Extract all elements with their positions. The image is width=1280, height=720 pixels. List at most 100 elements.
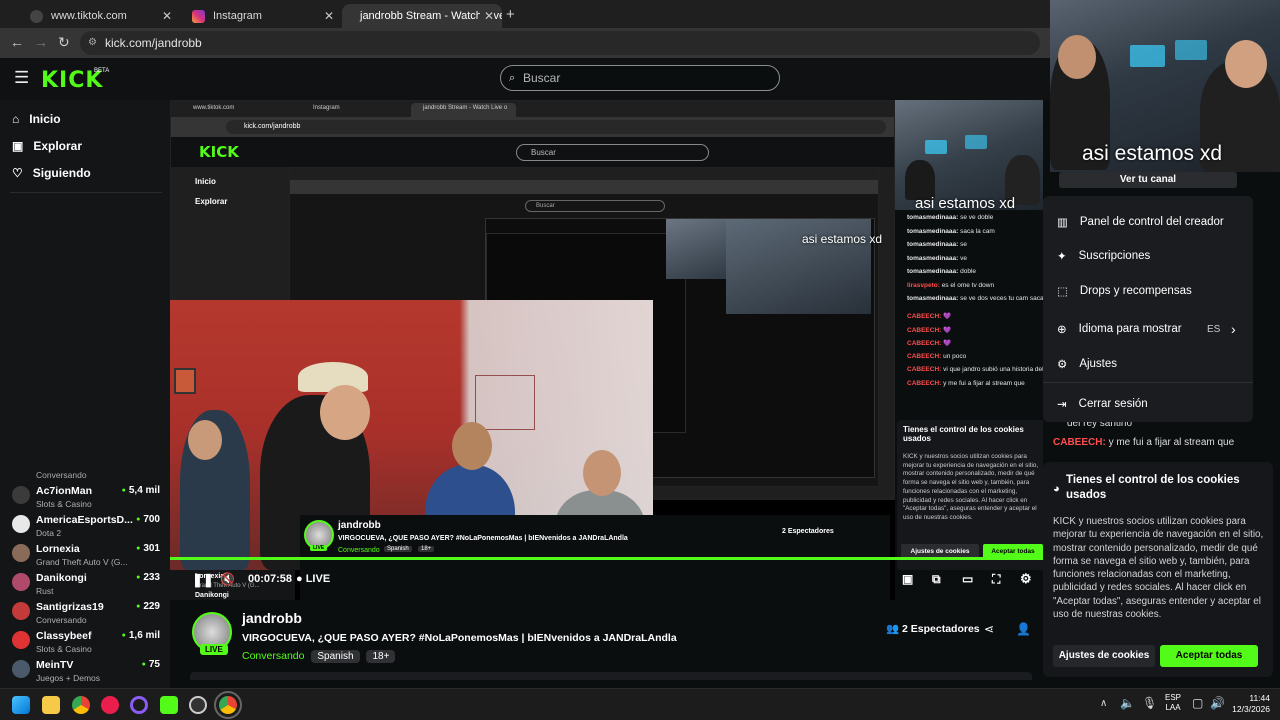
nested-viewers: 2 Espectadores bbox=[782, 528, 834, 535]
windows-start-icon[interactable] bbox=[12, 696, 30, 714]
chat-text: se bbox=[960, 241, 967, 248]
channel-name[interactable]: jandrobb bbox=[242, 610, 302, 626]
sidebar-item-following[interactable]: ♡ Siguiendo bbox=[12, 166, 91, 180]
accept-cookies-button[interactable]: Aceptar todas bbox=[1160, 645, 1258, 667]
forward-icon[interactable]: → bbox=[34, 34, 48, 50]
nested-live-badge: LIVE bbox=[310, 545, 328, 551]
menu-item[interactable]: ▥ Panel de control del creador bbox=[1057, 215, 1224, 229]
close-icon[interactable]: ✕ bbox=[479, 4, 494, 28]
pause-icon[interactable]: ❚❚ bbox=[192, 572, 214, 588]
sidebar-item-label: Inicio bbox=[29, 112, 61, 126]
tab-instagram[interactable]: Instagram ✕ bbox=[182, 4, 342, 28]
chat-user: tomasmedinaaa: bbox=[907, 295, 959, 302]
kick-app-icon[interactable] bbox=[160, 696, 178, 714]
menu-item[interactable]: ✦ Suscripciones bbox=[1057, 249, 1150, 263]
url-field[interactable]: ⚙ kick.com/jandrobb bbox=[80, 31, 1040, 55]
stream-game: Slots & Casino bbox=[36, 499, 92, 509]
nested-cookie-banner: Tienes el control de los cookies usados … bbox=[897, 420, 1047, 570]
menu-item-label: Cerrar sesión bbox=[1078, 398, 1148, 410]
category-link[interactable]: Conversando bbox=[242, 650, 304, 662]
sidebar-stream[interactable]: AmericaEsportsD... Dota 2 700 bbox=[10, 511, 162, 541]
stream-info: LIVE jandrobb VIRGOCUEVA, ¿QUE PASO AYER… bbox=[170, 600, 1050, 680]
menu-item[interactable]: ⇥ Cerrar sesión bbox=[1057, 397, 1148, 411]
theater-icon[interactable]: ▣ bbox=[902, 572, 913, 586]
video-player[interactable]: www.tiktok.com Instagram jandrobb Stream… bbox=[170, 100, 1050, 600]
chevron-up-icon[interactable]: ∧ bbox=[1100, 698, 1107, 709]
nested-tab: www.tiktok.com bbox=[193, 105, 235, 111]
chrome-icon[interactable] bbox=[72, 696, 90, 714]
nested-stream-title: VIRGOCUEVA, ¿QUE PASO AYER? #NoLaPonemos… bbox=[338, 535, 628, 542]
stream-name: Ac7ionMan bbox=[36, 485, 93, 497]
stream-viewers: 233 bbox=[136, 572, 160, 583]
fullscreen-icon[interactable]: ⛶ bbox=[992, 572, 1000, 587]
sidebar-stream[interactable]: Classybeef Slots & Casino 1,6 mil bbox=[10, 627, 162, 657]
progress-bar[interactable] bbox=[170, 557, 1050, 560]
user-menu: Ver tu canal ▥ Panel de control del cread… bbox=[1043, 172, 1253, 422]
follow-icon[interactable]: 👤 bbox=[1016, 622, 1031, 636]
mute-icon[interactable]: 🔇 bbox=[220, 572, 235, 586]
obs-icon[interactable] bbox=[130, 696, 148, 714]
pip-icon[interactable]: ⧉ bbox=[932, 572, 941, 587]
search-input[interactable]: ⌕ Buscar bbox=[500, 65, 780, 91]
sidebar-stream[interactable]: Ac7ionMan Slots & Casino 5,4 mil bbox=[10, 482, 162, 512]
menu-item[interactable]: ⬚ Drops y recompensas bbox=[1057, 284, 1192, 298]
stream-viewers: 229 bbox=[136, 601, 160, 612]
chat-message: tomasmedinaaa: se ve dos veces tu cam sa… bbox=[907, 295, 1050, 302]
stream-name: Danikongi bbox=[36, 572, 87, 584]
sidebar-stream[interactable]: Santigrizas19 Conversando 229 bbox=[10, 598, 162, 628]
sidebar-stream[interactable]: Danikongi Rust 233 bbox=[10, 569, 162, 599]
sidebar-stream[interactable]: Lornexia Grand Theft Auto V (G... 301 bbox=[10, 540, 162, 570]
new-tab-icon[interactable]: + bbox=[506, 6, 515, 23]
avatar bbox=[12, 660, 30, 678]
speaker-icon[interactable]: 🔈 bbox=[1120, 696, 1135, 710]
nested-header: KICK Buscar bbox=[171, 137, 894, 167]
clock[interactable]: 11:44 12/3/2026 bbox=[1228, 693, 1270, 715]
volume-icon[interactable]: 🔊 bbox=[1210, 696, 1225, 710]
language-indicator[interactable]: ESP LAA bbox=[1165, 693, 1181, 713]
compass-icon: ▣ bbox=[12, 139, 24, 153]
chat-message: CABEECH: vi que jandro subió una histori… bbox=[907, 366, 1050, 373]
stream-time: 00:07:58 bbox=[248, 573, 293, 585]
media-player-icon[interactable] bbox=[101, 696, 119, 714]
webcam-caption: asi estamos xd bbox=[1082, 142, 1223, 165]
back-icon[interactable]: ← bbox=[10, 34, 24, 50]
tab-title: Instagram bbox=[213, 10, 262, 22]
menu-item-value: ES bbox=[1207, 323, 1221, 335]
tab-tiktok[interactable]: www.tiktok.com ✕ bbox=[20, 4, 180, 28]
file-explorer-icon[interactable] bbox=[42, 696, 60, 714]
stream-viewers: 700 bbox=[136, 514, 160, 525]
site-info-icon[interactable]: ⚙ bbox=[88, 31, 97, 55]
chrome-active-icon[interactable] bbox=[214, 691, 242, 719]
menu-item-label: Panel de control del creador bbox=[1079, 216, 1224, 228]
sidebar-item-explore[interactable]: ▣ Explorar bbox=[12, 139, 82, 153]
chat-user: CABEECH: bbox=[907, 340, 942, 347]
steam-icon[interactable] bbox=[189, 696, 207, 714]
menu-item[interactable]: ⊕ Idioma para mostrar ES › bbox=[1057, 321, 1236, 337]
menu-item[interactable]: ⚙ Ajustes bbox=[1057, 357, 1117, 371]
stream-viewers: 75 bbox=[142, 659, 160, 670]
menu-icon[interactable]: ☰ bbox=[14, 68, 29, 88]
sidebar-item-label: Siguiendo bbox=[32, 166, 91, 180]
cookie-settings-button[interactable]: Ajustes de cookies bbox=[1053, 645, 1155, 667]
search-placeholder: Buscar bbox=[523, 71, 561, 85]
tag[interactable]: 18+ bbox=[366, 650, 396, 663]
share-icon[interactable]: ⋖ bbox=[984, 622, 994, 636]
nested-search-2: Buscar bbox=[525, 200, 665, 212]
nested-cookie-title: Tienes el control de los cookies usados bbox=[903, 425, 1024, 443]
tag[interactable]: Spanish bbox=[311, 650, 360, 663]
viewer-count: 👥 2 Espectadores bbox=[886, 622, 980, 635]
close-icon[interactable]: ✕ bbox=[162, 4, 172, 28]
cast-icon[interactable]: ▭ bbox=[962, 572, 973, 586]
gear-icon[interactable]: ⚙ bbox=[1020, 571, 1032, 587]
sidebar-stream[interactable]: MeinTV Juegos + Demos 75 bbox=[10, 656, 162, 686]
view-channel-button[interactable]: Ver tu canal bbox=[1059, 172, 1237, 188]
mic-icon[interactable]: 🎙 bbox=[1142, 696, 1157, 710]
close-icon[interactable]: ✕ bbox=[324, 4, 334, 28]
stream-meta: Conversando Spanish 18+ bbox=[242, 650, 396, 663]
network-icon[interactable]: ▢ bbox=[1192, 696, 1203, 710]
live-label: LIVE bbox=[305, 573, 331, 585]
sidebar-item-home[interactable]: ⌂ Inicio bbox=[12, 112, 61, 126]
reload-icon[interactable]: ↻ bbox=[58, 34, 70, 51]
chat-user: CABEECH: bbox=[907, 313, 942, 320]
tab-kick[interactable]: jandrobb Stream - Watch Live o ✕ bbox=[342, 4, 502, 28]
